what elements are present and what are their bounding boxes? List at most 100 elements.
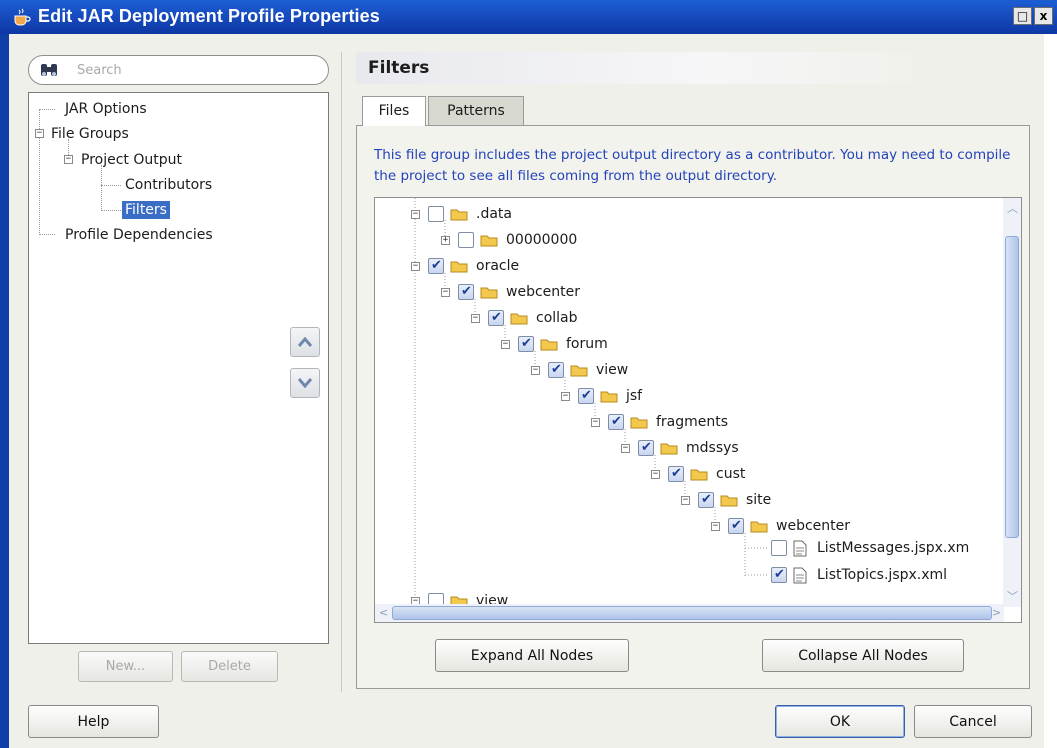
ok-button[interactable]: OK	[775, 705, 905, 738]
folder-icon	[660, 443, 678, 455]
tree-node[interactable]: − .data	[411, 204, 512, 224]
scroll-left-icon[interactable]: <	[379, 606, 388, 619]
scroll-down-icon[interactable]: ﹀	[1007, 588, 1018, 604]
tree-node-label: webcenter	[776, 518, 850, 534]
file-tree[interactable]: − .data + 00000000 − oracle − webcenter …	[374, 197, 1022, 623]
move-down-button[interactable]	[290, 368, 320, 398]
folder-icon	[450, 209, 468, 221]
tree-node-label: ListTopics.jspx.xml	[817, 567, 948, 583]
checkbox[interactable]	[548, 360, 564, 380]
scroll-right-icon[interactable]: >	[992, 606, 1001, 619]
scroll-up-icon[interactable]: ︿	[1007, 200, 1018, 216]
tab-patterns[interactable]: Patterns	[428, 96, 524, 125]
collapse-toggle-icon[interactable]: −	[411, 261, 420, 271]
nav-item-label: Profile Dependencies	[65, 227, 213, 243]
tree-node[interactable]: ListTopics.jspx.xml	[771, 565, 947, 585]
folder-icon	[510, 313, 528, 325]
collapse-toggle-icon[interactable]: −	[471, 313, 480, 323]
expand-all-nodes-button[interactable]: Expand All Nodes	[435, 639, 629, 672]
tree-node[interactable]: ListMessages.jspx.xm	[771, 538, 969, 558]
checkbox[interactable]	[428, 256, 444, 276]
collapse-toggle-icon[interactable]: −	[591, 417, 600, 427]
tree-node[interactable]: − fragments	[591, 412, 728, 432]
checkbox[interactable]	[458, 282, 474, 302]
checkbox[interactable]	[638, 438, 654, 458]
collapse-toggle-icon[interactable]: −	[411, 209, 420, 219]
expand-toggle-icon[interactable]: +	[441, 235, 450, 245]
tree-node[interactable]: − mdssys	[621, 438, 739, 458]
vertical-scroll-thumb[interactable]	[1005, 236, 1019, 538]
nav-item-project-output[interactable]: Project Output	[81, 150, 182, 170]
tree-node-label: fragments	[656, 414, 729, 430]
tree-node[interactable]: − oracle	[411, 256, 519, 276]
collapse-toggle-icon[interactable]: −	[651, 469, 660, 479]
page-title: Filters	[356, 52, 936, 84]
tree-node[interactable]: − collab	[471, 308, 578, 328]
tree-node-label: forum	[566, 336, 608, 352]
collapse-toggle-icon[interactable]: −	[501, 339, 510, 349]
checkbox[interactable]	[668, 464, 684, 484]
title-bar[interactable]: Edit JAR Deployment Profile Properties □…	[0, 0, 1057, 34]
tree-node[interactable]: − forum	[501, 334, 608, 354]
search-box[interactable]	[28, 55, 329, 85]
tree-node-label: webcenter	[506, 284, 580, 300]
checkbox[interactable]	[488, 308, 504, 328]
cancel-button[interactable]: Cancel	[914, 705, 1032, 738]
navigation-tree[interactable]: − − JAR Options File Groups Project Outp…	[28, 92, 329, 644]
delete-button[interactable]: Delete	[181, 651, 278, 682]
folder-icon	[540, 339, 558, 351]
search-input[interactable]	[77, 61, 317, 79]
tree-node[interactable]: − jsf	[561, 386, 642, 406]
nav-item-file-groups[interactable]: File Groups	[51, 124, 129, 144]
folder-icon	[690, 469, 708, 481]
tree-node-label: collab	[536, 310, 578, 326]
horizontal-scroll-thumb[interactable]	[392, 606, 992, 620]
checkbox[interactable]	[771, 565, 787, 585]
help-button[interactable]: Help	[28, 705, 159, 738]
nav-item-contributors[interactable]: Contributors	[125, 175, 212, 195]
info-message: This file group includes the project out…	[374, 147, 1011, 184]
tree-node-label: site	[746, 492, 772, 508]
collapse-toggle-icon[interactable]: −	[441, 287, 450, 297]
nav-item-label: Filters	[122, 201, 170, 219]
collapse-toggle-icon[interactable]: −	[35, 129, 44, 138]
checkbox[interactable]	[428, 206, 444, 222]
collapse-toggle-icon[interactable]: −	[64, 155, 73, 164]
tree-node-label: 00000000	[506, 232, 578, 248]
checkbox[interactable]	[578, 386, 594, 406]
tree-node[interactable]: − webcenter	[711, 516, 850, 536]
nav-item-profile-dependencies[interactable]: Profile Dependencies	[65, 225, 213, 245]
checkbox[interactable]	[608, 412, 624, 432]
folder-icon	[480, 235, 498, 247]
nav-item-label: Project Output	[81, 152, 182, 168]
nav-item-label: Contributors	[125, 177, 213, 193]
tree-node[interactable]: − site	[681, 490, 771, 510]
coffee-cup-icon	[14, 8, 31, 26]
collapse-toggle-icon[interactable]: −	[621, 443, 630, 453]
nav-item-jar-options[interactable]: JAR Options	[65, 99, 147, 119]
file-icon	[793, 567, 807, 583]
maximize-button[interactable]: □	[1013, 7, 1032, 25]
window-title: Edit JAR Deployment Profile Properties	[38, 6, 380, 26]
tab-files[interactable]: Files	[362, 96, 426, 126]
folder-icon	[750, 521, 768, 533]
checkbox[interactable]	[518, 334, 534, 354]
tree-node[interactable]: + 00000000	[441, 230, 577, 250]
collapse-toggle-icon[interactable]: −	[531, 365, 540, 375]
tree-node[interactable]: − webcenter	[441, 282, 580, 302]
checkbox[interactable]	[458, 232, 474, 248]
tree-node[interactable]: − cust	[651, 464, 745, 484]
folder-icon	[480, 287, 498, 299]
new-button[interactable]: New...	[78, 651, 173, 682]
collapse-toggle-icon[interactable]: −	[711, 521, 720, 531]
checkbox[interactable]	[728, 516, 744, 536]
tree-node[interactable]: − view	[531, 360, 628, 380]
collapse-toggle-icon[interactable]: −	[681, 495, 690, 505]
collapse-toggle-icon[interactable]: −	[561, 391, 570, 401]
checkbox[interactable]	[698, 490, 714, 510]
checkbox[interactable]	[771, 540, 787, 556]
collapse-all-nodes-button[interactable]: Collapse All Nodes	[762, 639, 964, 672]
move-up-button[interactable]	[290, 327, 320, 357]
nav-item-filters[interactable]: Filters	[122, 200, 170, 220]
close-button[interactable]: x	[1034, 7, 1053, 25]
